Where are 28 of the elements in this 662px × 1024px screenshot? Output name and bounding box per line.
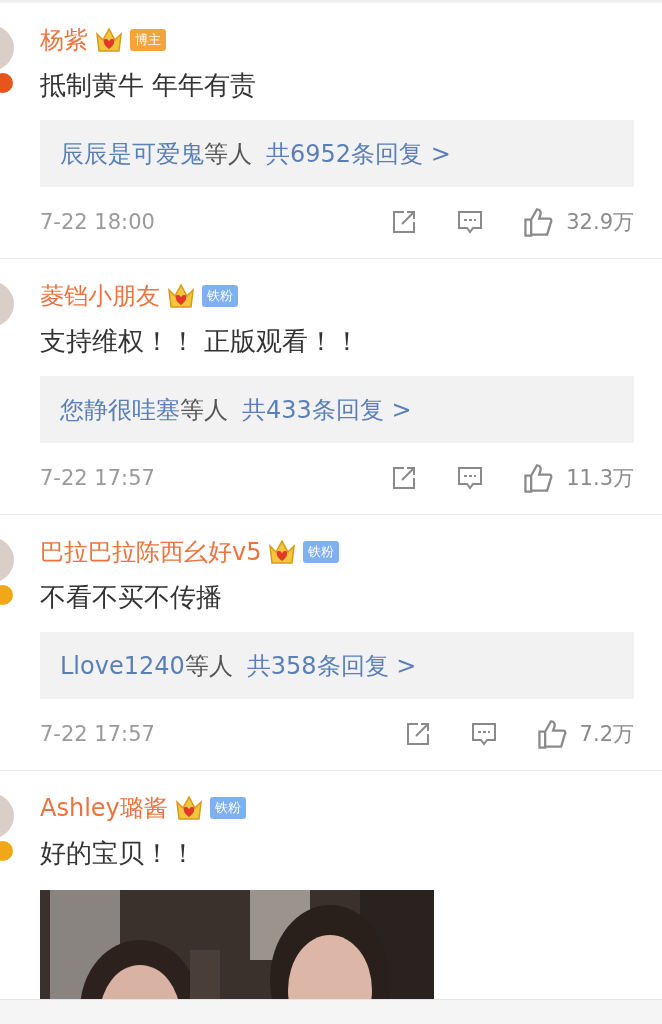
user-badge: 铁粉: [202, 285, 238, 307]
thumbs-up-icon[interactable]: [522, 205, 555, 238]
reply-summary[interactable]: Llove1240等人 共358条回复 >: [40, 632, 634, 699]
crown-icon: [94, 25, 124, 55]
comment-text: 支持维权！！ 正版观看！！: [40, 325, 362, 358]
user-badge: 铁粉: [209, 797, 246, 819]
user-name[interactable]: 菱铛小朋友: [40, 280, 160, 312]
comment-time: 7-22 17:57: [40, 465, 156, 490]
user-badge: 铁粉: [303, 541, 340, 563]
comment-time: 7-22 17:57: [40, 721, 156, 746]
like-count: 32.9万: [566, 208, 634, 236]
thumbs-up-icon[interactable]: [535, 717, 568, 750]
thumbs-up-icon[interactable]: [522, 461, 555, 494]
user-name[interactable]: 巴拉巴拉陈西幺好v5: [40, 536, 262, 568]
user-name[interactable]: Ashley璐酱: [40, 792, 168, 824]
like-count: 7.2万: [579, 720, 634, 748]
comment-text: 好的宝贝！！: [40, 837, 197, 870]
crown-icon: [173, 793, 204, 823]
crown-icon: [267, 537, 298, 567]
user-name[interactable]: 杨紫: [40, 24, 88, 56]
comment-text: 抵制黄牛 年年有责: [40, 69, 258, 102]
comment-text: 不看不买不传播: [40, 581, 223, 614]
user-badge: 博主: [130, 29, 166, 51]
crown-icon: [166, 281, 196, 311]
comment-time: 7-22 18:00: [40, 209, 156, 234]
reply-summary[interactable]: 您静很哇塞等人 共433条回复 >: [40, 376, 634, 443]
like-count: 11.3万: [566, 464, 634, 492]
reply-summary[interactable]: 辰辰是可爱鬼等人 共6952条回复 >: [40, 120, 634, 187]
